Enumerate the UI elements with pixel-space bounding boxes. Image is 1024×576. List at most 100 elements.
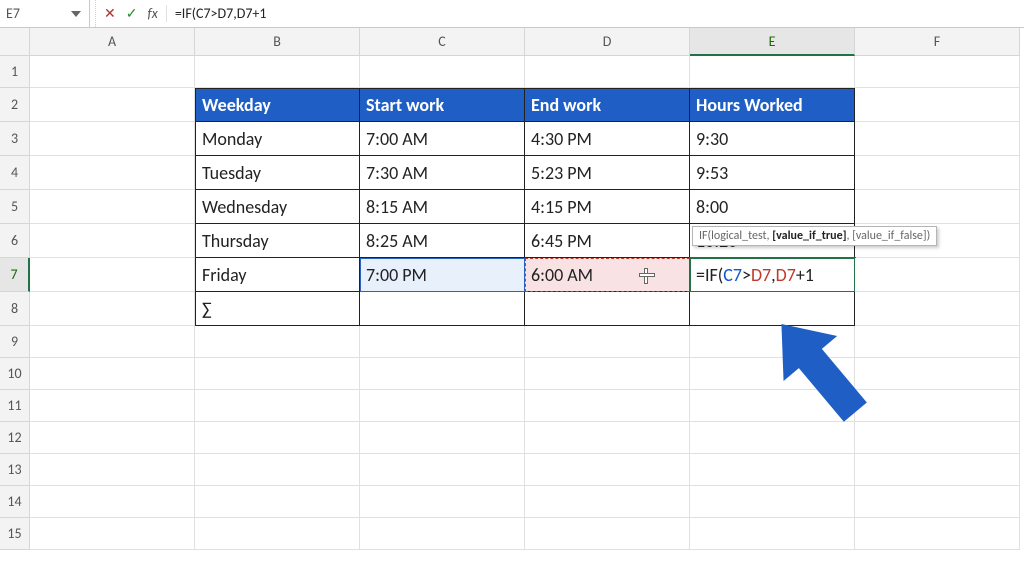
col-header-C[interactable]: C	[360, 28, 525, 56]
cell-B10[interactable]	[195, 358, 360, 390]
cell-E3[interactable]: 9:30	[690, 122, 855, 156]
row-header-9[interactable]: 9	[0, 326, 30, 358]
cell-E15[interactable]	[690, 518, 855, 550]
row-header-2[interactable]: 2	[0, 88, 30, 122]
cell-F15[interactable]	[855, 518, 1020, 550]
cell-E5[interactable]: 8:00	[690, 190, 855, 224]
cell-E2[interactable]: Hours Worked	[690, 88, 855, 122]
row-header-12[interactable]: 12	[0, 422, 30, 454]
row-header-7[interactable]: 7	[0, 258, 30, 292]
cell-C4[interactable]: 7:30 AM	[360, 156, 525, 190]
cell-F5[interactable]	[855, 190, 1020, 224]
cell-C7[interactable]: 7:00 PM	[360, 258, 525, 292]
row-header-4[interactable]: 4	[0, 156, 30, 190]
cell-E11[interactable]	[690, 390, 855, 422]
cell-D14[interactable]	[525, 486, 690, 518]
row-header-15[interactable]: 15	[0, 518, 30, 550]
cell-D15[interactable]	[525, 518, 690, 550]
row-header-6[interactable]: 6	[0, 224, 30, 258]
cell-B4[interactable]: Tuesday	[195, 156, 360, 190]
cell-F3[interactable]	[855, 122, 1020, 156]
row-header-3[interactable]: 3	[0, 122, 30, 156]
cell-A1[interactable]	[30, 56, 195, 88]
cell-A7[interactable]	[30, 258, 195, 292]
accept-icon[interactable]: ✓	[126, 5, 138, 22]
cell-F9[interactable]	[855, 326, 1020, 358]
cell-E4[interactable]: 9:53	[690, 156, 855, 190]
row-header-14[interactable]: 14	[0, 486, 30, 518]
cell-C13[interactable]	[360, 454, 525, 486]
row-header-10[interactable]: 10	[0, 358, 30, 390]
cell-D11[interactable]	[525, 390, 690, 422]
cell-D10[interactable]	[525, 358, 690, 390]
cell-D4[interactable]: 5:23 PM	[525, 156, 690, 190]
cell-D12[interactable]	[525, 422, 690, 454]
cell-B1[interactable]	[195, 56, 360, 88]
name-box[interactable]: E7	[0, 0, 90, 27]
cell-A10[interactable]	[30, 358, 195, 390]
cell-A12[interactable]	[30, 422, 195, 454]
cell-C14[interactable]	[360, 486, 525, 518]
col-header-B[interactable]: B	[195, 28, 360, 56]
cell-A2[interactable]	[30, 88, 195, 122]
cell-E1[interactable]	[690, 56, 855, 88]
cell-B13[interactable]	[195, 454, 360, 486]
col-header-E[interactable]: E	[690, 28, 855, 56]
cell-C2[interactable]: Start work	[360, 88, 525, 122]
cell-F2[interactable]	[855, 88, 1020, 122]
cell-D13[interactable]	[525, 454, 690, 486]
row-header-1[interactable]: 1	[0, 56, 30, 88]
cell-F14[interactable]	[855, 486, 1020, 518]
cell-C3[interactable]: 7:00 AM	[360, 122, 525, 156]
cell-F7[interactable]	[855, 258, 1020, 292]
cell-E8[interactable]	[690, 292, 855, 326]
spreadsheet-grid[interactable]: ABCDEF12WeekdayStart workEnd workHours W…	[0, 28, 1024, 550]
cell-B7[interactable]: Friday	[195, 258, 360, 292]
cell-D8[interactable]	[525, 292, 690, 326]
cell-C6[interactable]: 8:25 AM	[360, 224, 525, 258]
cell-D9[interactable]	[525, 326, 690, 358]
cell-A5[interactable]	[30, 190, 195, 224]
cell-F8[interactable]	[855, 292, 1020, 326]
formula-input[interactable]: =IF(C7>D7,D7+1	[167, 0, 1024, 27]
col-header-A[interactable]: A	[30, 28, 195, 56]
cell-B6[interactable]: Thursday	[195, 224, 360, 258]
cell-D7[interactable]: 6:00 AM	[525, 258, 690, 292]
cell-C8[interactable]	[360, 292, 525, 326]
cell-B15[interactable]	[195, 518, 360, 550]
name-box-dropdown-icon[interactable]	[69, 7, 83, 21]
cell-A14[interactable]	[30, 486, 195, 518]
cell-C5[interactable]: 8:15 AM	[360, 190, 525, 224]
cell-F11[interactable]	[855, 390, 1020, 422]
cell-B11[interactable]	[195, 390, 360, 422]
cell-E10[interactable]	[690, 358, 855, 390]
cell-B5[interactable]: Wednesday	[195, 190, 360, 224]
cell-C9[interactable]	[360, 326, 525, 358]
row-header-5[interactable]: 5	[0, 190, 30, 224]
cell-D1[interactable]	[525, 56, 690, 88]
col-header-F[interactable]: F	[855, 28, 1020, 56]
cell-C11[interactable]	[360, 390, 525, 422]
cell-E14[interactable]	[690, 486, 855, 518]
cell-A15[interactable]	[30, 518, 195, 550]
cell-B12[interactable]	[195, 422, 360, 454]
cell-A13[interactable]	[30, 454, 195, 486]
cell-F13[interactable]	[855, 454, 1020, 486]
cell-D3[interactable]: 4:30 PM	[525, 122, 690, 156]
row-header-11[interactable]: 11	[0, 390, 30, 422]
cell-B9[interactable]	[195, 326, 360, 358]
cell-A9[interactable]	[30, 326, 195, 358]
cell-E9[interactable]	[690, 326, 855, 358]
cell-A6[interactable]	[30, 224, 195, 258]
cell-E13[interactable]	[690, 454, 855, 486]
cell-B14[interactable]	[195, 486, 360, 518]
cell-A8[interactable]	[30, 292, 195, 326]
cell-C10[interactable]	[360, 358, 525, 390]
cell-D5[interactable]: 4:15 PM	[525, 190, 690, 224]
cell-F4[interactable]	[855, 156, 1020, 190]
cell-F1[interactable]	[855, 56, 1020, 88]
cancel-icon[interactable]: ✕	[104, 5, 116, 22]
select-all-corner[interactable]	[0, 28, 30, 56]
cell-C15[interactable]	[360, 518, 525, 550]
cell-C12[interactable]	[360, 422, 525, 454]
